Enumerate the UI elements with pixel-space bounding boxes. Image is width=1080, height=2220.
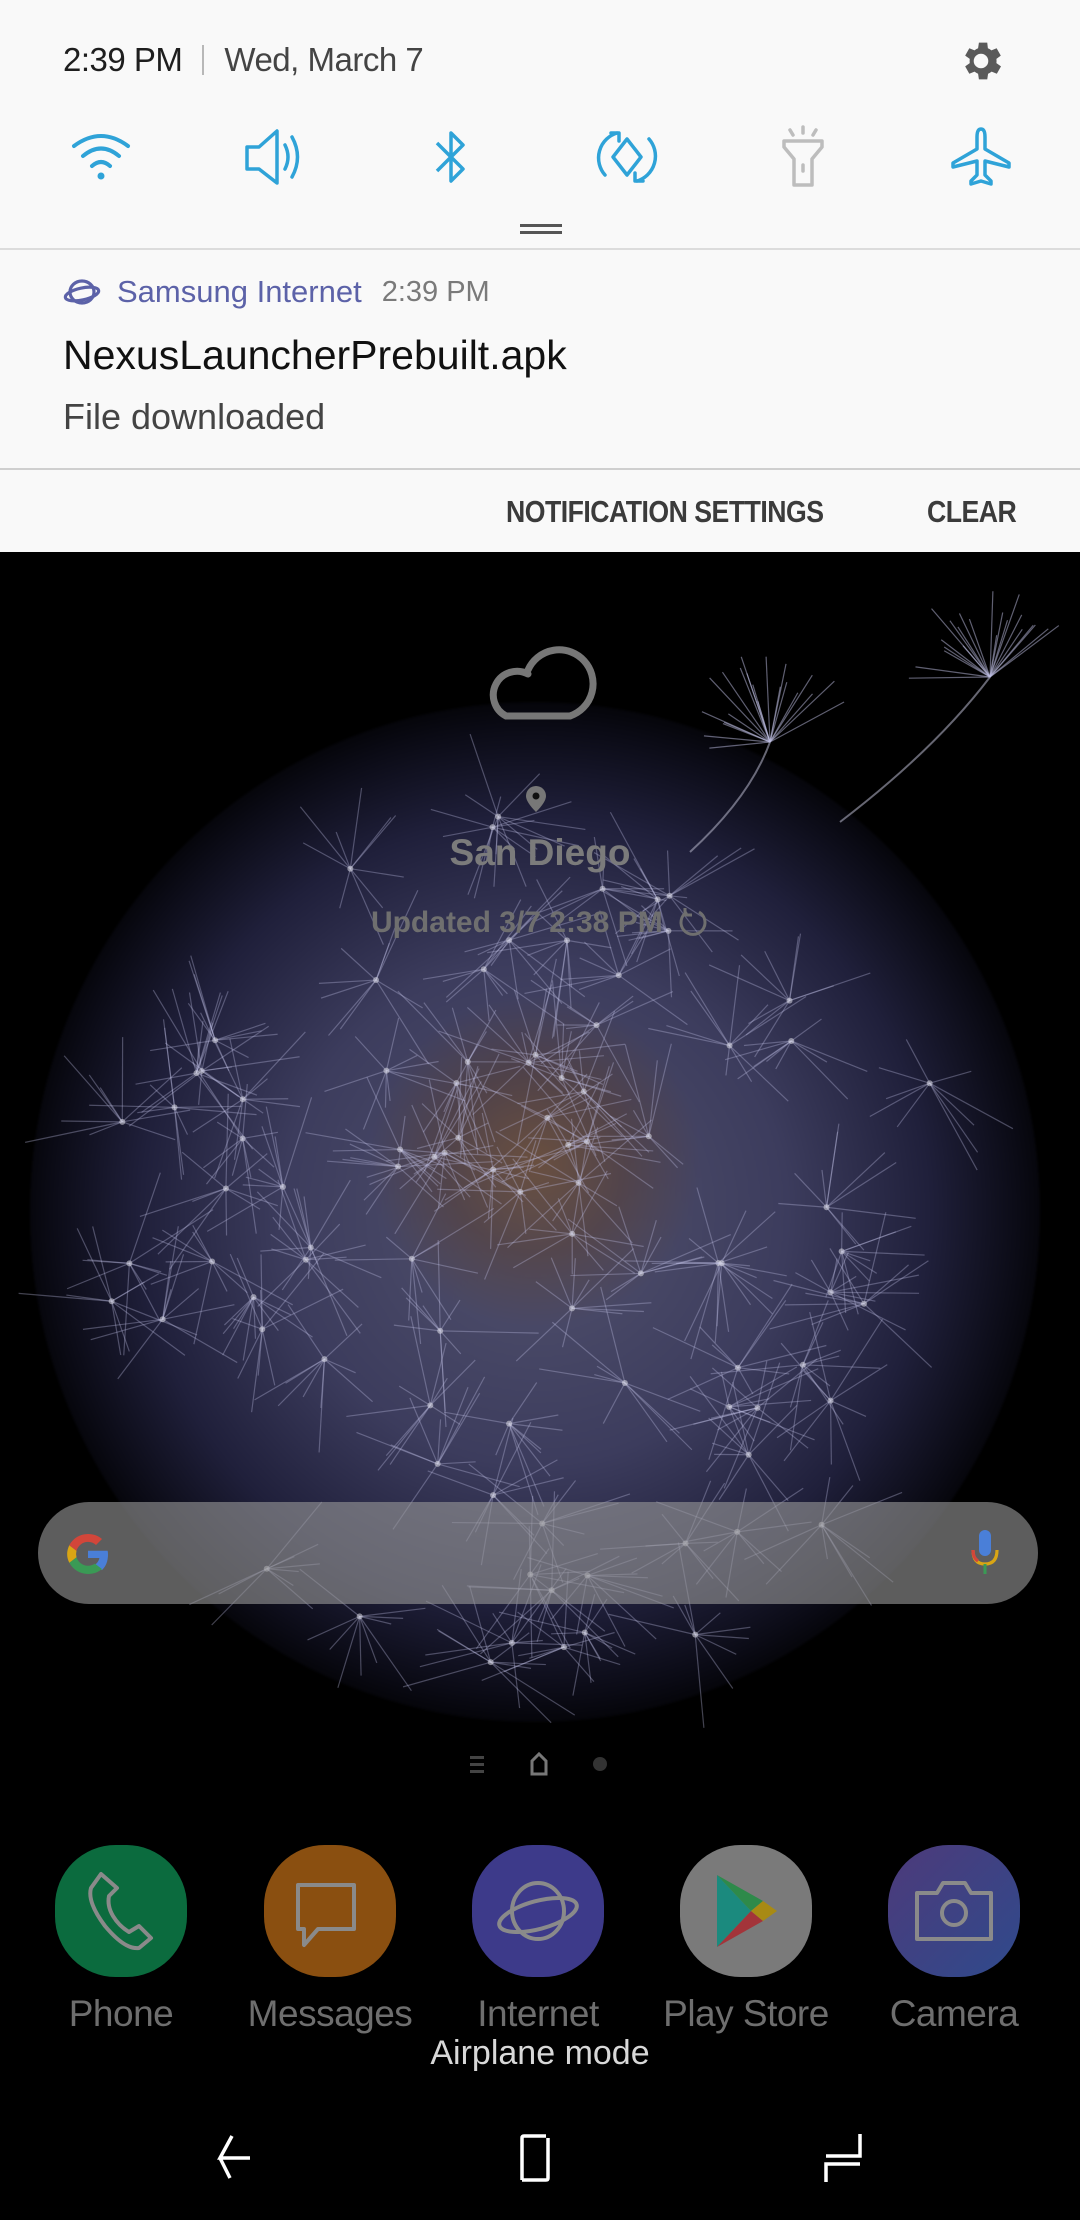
messages-app-icon bbox=[264, 1845, 396, 1977]
dock-label: Play Store bbox=[663, 1993, 829, 2034]
notification-text: File downloaded bbox=[63, 396, 326, 437]
dock-app-phone[interactable]: Phone bbox=[55, 1845, 187, 2034]
notification-header: Samsung Internet 2:39 PM bbox=[63, 272, 490, 312]
samsung-internet-icon bbox=[63, 279, 101, 305]
page-indicator-dot bbox=[593, 1757, 607, 1771]
date: Wed, March 7 bbox=[224, 41, 424, 78]
dock-app-internet[interactable]: Internet bbox=[472, 1845, 604, 2034]
page-indicator-menu bbox=[470, 1756, 484, 1773]
fiber-star bbox=[324, 1017, 467, 1130]
fiber-star bbox=[710, 1300, 881, 1451]
notification-time: 2:39 PM bbox=[381, 275, 490, 308]
recent-apps-icon[interactable] bbox=[816, 2130, 876, 2190]
bluetooth-icon bbox=[435, 131, 465, 183]
home-button-icon[interactable] bbox=[510, 2130, 570, 2190]
fiber-star bbox=[624, 1210, 773, 1343]
settings-gear-icon[interactable] bbox=[956, 36, 1006, 86]
phone-app-icon bbox=[55, 1845, 187, 1977]
volume-icon bbox=[245, 129, 300, 185]
floating-seed bbox=[839, 591, 1060, 823]
dock-app-camera[interactable]: Camera bbox=[888, 1845, 1020, 2034]
fiber-star bbox=[334, 1193, 495, 1344]
play-store-icon bbox=[717, 1875, 777, 1947]
quick-setting-sound[interactable] bbox=[240, 125, 310, 189]
mic-icon[interactable] bbox=[970, 1528, 1000, 1578]
camera-icon bbox=[915, 1881, 993, 1941]
back-icon[interactable] bbox=[210, 2130, 270, 2190]
notification-settings-button[interactable]: NOTIFICATION SETTINGS bbox=[506, 494, 824, 530]
weather-updated-text: Updated 3/7 2:38 PM bbox=[370, 906, 663, 939]
airplane-icon bbox=[951, 127, 1011, 186]
fiber-star bbox=[778, 1123, 916, 1251]
fiber-star bbox=[222, 1257, 313, 1361]
location-pin-icon bbox=[526, 786, 546, 812]
fiber-star bbox=[24, 1037, 191, 1143]
google-logo-icon bbox=[67, 1534, 108, 1574]
fiber-star bbox=[869, 1039, 1014, 1171]
quick-setting-auto-rotate[interactable] bbox=[592, 125, 662, 189]
fiber-star bbox=[688, 1187, 787, 1360]
weather-updated: Updated 3/7 2:38 PM bbox=[0, 906, 1080, 940]
rotate-icon bbox=[596, 131, 658, 183]
notification-title: NexusLauncherPrebuilt.apk bbox=[63, 332, 567, 378]
phone-icon bbox=[88, 1872, 153, 1951]
clock: 2:39 PM bbox=[63, 41, 183, 78]
google-search-bar[interactable] bbox=[38, 1502, 1038, 1604]
shade-drag-handle[interactable] bbox=[520, 224, 562, 234]
page-indicator-home bbox=[530, 1752, 548, 1776]
cloud-icon bbox=[489, 646, 597, 720]
status-row: 2:39 PM Wed, March 7 bbox=[63, 38, 424, 82]
internet-app-icon bbox=[472, 1845, 604, 1977]
dock-label: Camera bbox=[889, 1993, 1019, 2034]
dock-label: Messages bbox=[247, 1993, 413, 2034]
fiber-star bbox=[150, 1224, 293, 1345]
navigation-bar bbox=[0, 2090, 1080, 2220]
weather-city: San Diego bbox=[449, 832, 631, 873]
planet-icon bbox=[497, 1881, 579, 1941]
dock-label: Internet bbox=[477, 1993, 599, 2034]
notification-app-name: Samsung Internet bbox=[117, 274, 362, 309]
quick-settings-row bbox=[0, 125, 1080, 189]
fiber-star bbox=[539, 1286, 701, 1451]
flashlight-icon bbox=[782, 125, 824, 187]
message-bubble-icon bbox=[296, 1883, 356, 1947]
dock-app-play-store[interactable]: Play Store bbox=[663, 1845, 829, 2034]
quick-setting-flashlight[interactable] bbox=[768, 125, 838, 189]
divider bbox=[0, 248, 1080, 250]
separator bbox=[202, 45, 205, 75]
fiber-star bbox=[393, 1240, 539, 1428]
floating-seed bbox=[689, 656, 845, 853]
dock-app-messages[interactable]: Messages bbox=[248, 1845, 413, 2034]
fiber-star bbox=[346, 1316, 476, 1471]
refresh-icon[interactable] bbox=[677, 906, 709, 938]
quick-setting-airplane-mode[interactable] bbox=[946, 125, 1016, 189]
camera-app-icon bbox=[888, 1845, 1020, 1977]
fiber-star bbox=[128, 989, 300, 1127]
notification-actions: NOTIFICATION SETTINGS CLEAR bbox=[0, 470, 1080, 552]
fiber-star bbox=[724, 1018, 868, 1100]
fiber-star bbox=[438, 984, 604, 1097]
fiber-star bbox=[445, 876, 598, 1005]
page-indicator bbox=[470, 1752, 607, 1776]
quick-setting-wifi[interactable] bbox=[66, 125, 136, 189]
fiber-star bbox=[206, 1097, 319, 1265]
clear-button[interactable]: CLEAR bbox=[927, 494, 1017, 530]
fiber-star bbox=[82, 1226, 238, 1380]
wifi-icon bbox=[72, 134, 130, 180]
dock-label: Phone bbox=[68, 1993, 174, 2034]
play-store-app-icon bbox=[680, 1845, 812, 1977]
toast-message: Airplane mode bbox=[430, 2034, 650, 2072]
notification-shade: 2:39 PM Wed, March 7 Samsung Internet 2:… bbox=[0, 0, 1080, 552]
quick-setting-bluetooth[interactable] bbox=[416, 125, 486, 189]
